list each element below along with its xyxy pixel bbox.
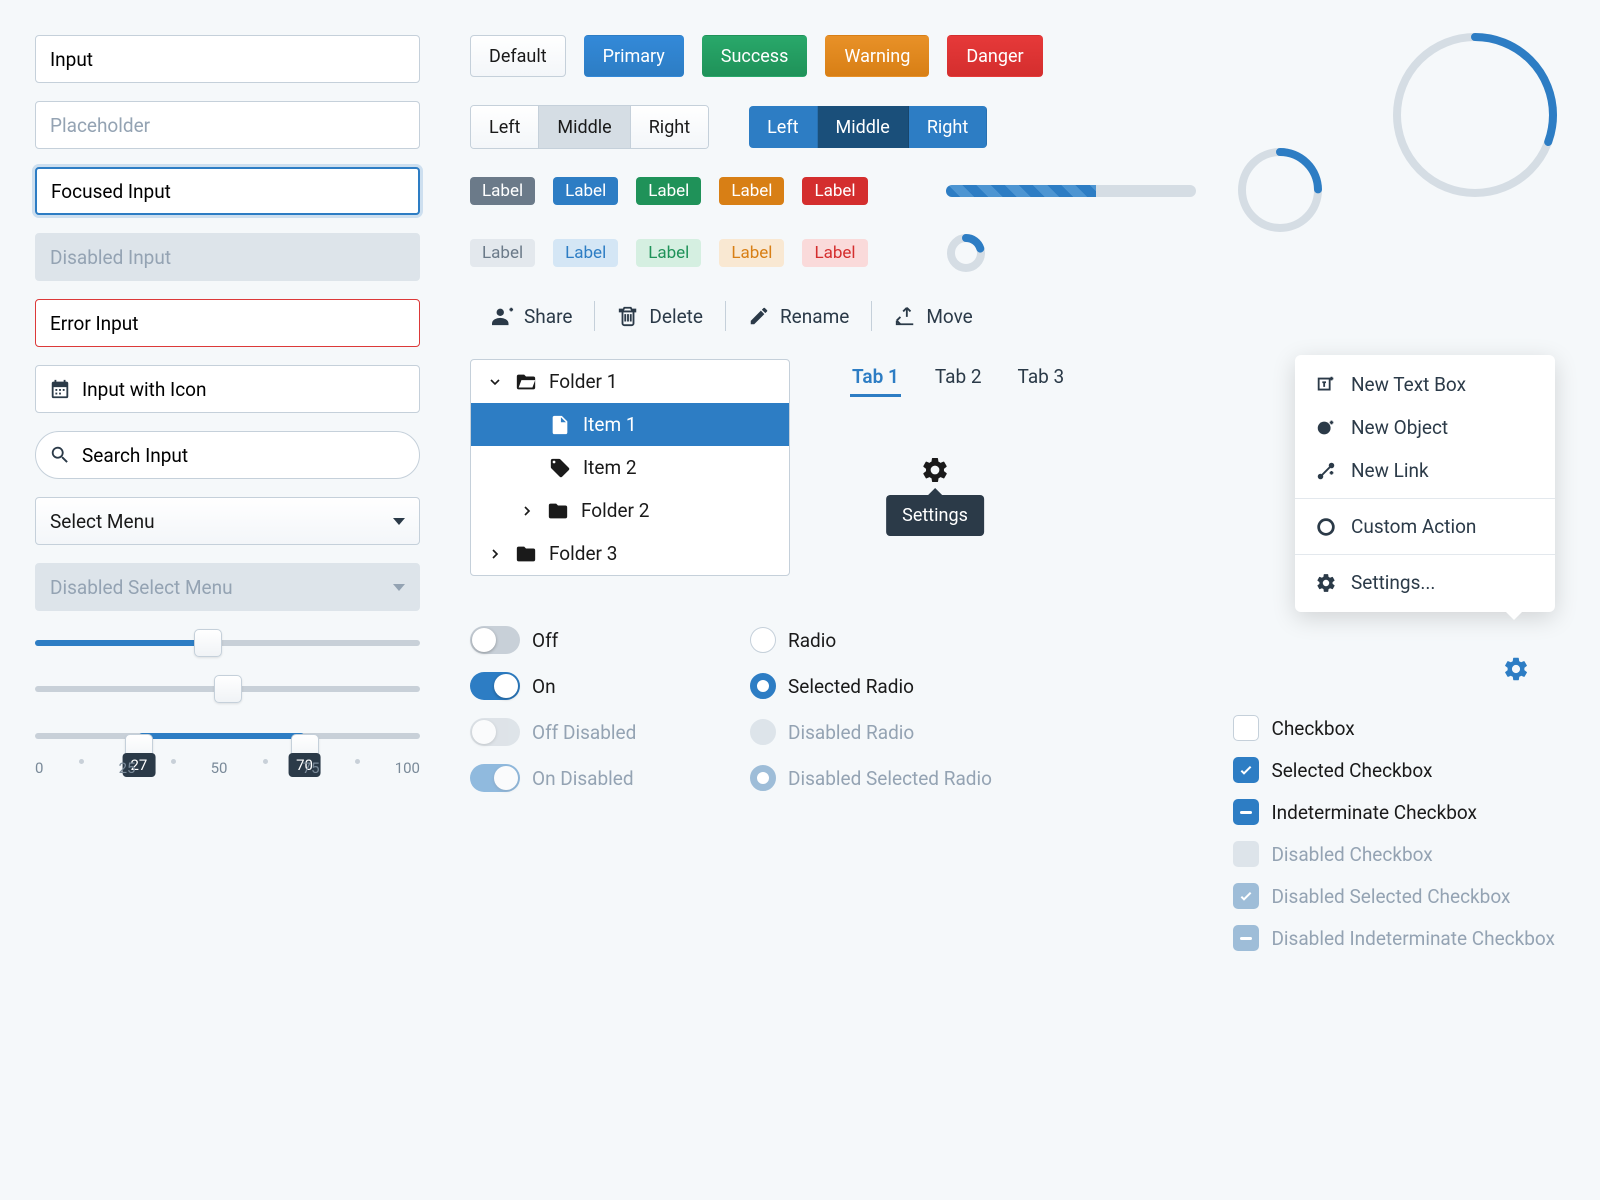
placeholder-input[interactable] [35, 101, 420, 149]
progress-ring-small [1235, 145, 1325, 235]
tooltip: Settings [886, 495, 984, 536]
tab-3[interactable]: Tab 3 [1016, 359, 1067, 397]
default-button[interactable]: Default [470, 35, 566, 77]
text-input[interactable] [35, 35, 420, 83]
radio-selected[interactable] [750, 673, 776, 699]
rename-action[interactable]: Rename [726, 305, 871, 328]
tag-light-green: Label [636, 239, 701, 267]
delete-action[interactable]: Delete [595, 305, 725, 328]
chevron-right-icon [519, 500, 535, 522]
tree-view[interactable]: Folder 1 Item 1 Item 2 Folder 2 Folder 3 [470, 359, 790, 576]
calendar-icon [49, 378, 71, 400]
progress-ring-large [1385, 25, 1565, 205]
pencil-icon [748, 305, 770, 327]
toggle-off-disabled [470, 718, 520, 746]
disabled-input [35, 233, 420, 281]
dropdown-menu[interactable]: New Text Box New Object New Link Custom … [1295, 355, 1555, 612]
range-slider[interactable]: 27 70 0 25 50 75 100 [35, 721, 420, 781]
link-icon [1315, 460, 1337, 482]
checkbox[interactable] [1233, 715, 1259, 741]
focused-input[interactable] [35, 167, 420, 215]
chevron-down-icon [487, 371, 503, 393]
slider-center[interactable] [35, 675, 420, 703]
toggle-on-disabled [470, 764, 520, 792]
caret-down-icon [393, 518, 405, 525]
checkbox-disabled-indeterminate [1233, 925, 1259, 951]
tab-bar[interactable]: Tab 1 Tab 2 Tab 3 [850, 359, 1066, 397]
object-icon [1315, 417, 1337, 439]
tab-1[interactable]: Tab 1 [850, 359, 901, 397]
folder-icon [515, 543, 537, 565]
tree-item-2[interactable]: Item 2 [471, 446, 789, 489]
tag-light-blue: Label [553, 239, 618, 267]
primary-button[interactable]: Primary [584, 35, 684, 77]
share-action[interactable]: Share [470, 305, 594, 328]
check-icon [1238, 885, 1254, 907]
menu-new-object[interactable]: New Object [1295, 406, 1555, 449]
segment-primary[interactable]: Left Middle Right [749, 106, 987, 148]
tag-orange: Label [719, 177, 784, 205]
icon-input[interactable] [35, 365, 420, 413]
chevron-right-icon [487, 543, 503, 565]
checkbox-selected[interactable] [1233, 757, 1259, 783]
tag-gray: Label [470, 177, 535, 205]
spinner-icon [946, 233, 986, 273]
segment-default[interactable]: Left Middle Right [470, 105, 709, 149]
tag-light-orange: Label [719, 239, 784, 267]
toggle-off[interactable] [470, 626, 520, 654]
error-input[interactable] [35, 299, 420, 347]
trash-icon [617, 305, 639, 327]
checkbox-indeterminate[interactable] [1233, 799, 1259, 825]
share-icon [492, 305, 514, 327]
tree-folder-3[interactable]: Folder 3 [471, 532, 789, 575]
tag-light-red: Label [802, 239, 867, 267]
circle-icon [1315, 516, 1337, 538]
tab-2[interactable]: Tab 2 [933, 359, 984, 397]
radio-disabled-selected [750, 765, 776, 791]
file-icon [549, 414, 571, 436]
slider-single[interactable] [35, 629, 420, 657]
tag-icon [549, 457, 571, 479]
tag-blue: Label [553, 177, 618, 205]
radio-disabled [750, 719, 776, 745]
radio[interactable] [750, 627, 776, 653]
menu-new-textbox[interactable]: New Text Box [1295, 363, 1555, 406]
checkbox-disabled [1233, 841, 1259, 867]
move-action[interactable]: Move [872, 305, 994, 328]
caret-down-icon [393, 584, 405, 591]
textbox-icon [1315, 374, 1337, 396]
tag-red: Label [802, 177, 867, 205]
menu-new-link[interactable]: New Link [1295, 449, 1555, 492]
gear-icon[interactable] [1502, 655, 1530, 683]
tag-light-gray: Label [470, 239, 535, 267]
warning-button[interactable]: Warning [825, 35, 929, 77]
select-menu[interactable]: Select Menu [35, 497, 420, 545]
success-button[interactable]: Success [702, 35, 808, 77]
gear-icon[interactable] [920, 455, 950, 485]
folder-icon [547, 500, 569, 522]
check-icon [1238, 759, 1254, 781]
toggle-on[interactable] [470, 672, 520, 700]
disabled-select-menu: Disabled Select Menu [35, 563, 420, 611]
search-icon [49, 444, 71, 466]
menu-custom-action[interactable]: Custom Action [1295, 505, 1555, 548]
move-icon [894, 305, 916, 327]
search-input[interactable] [35, 431, 420, 479]
progress-bar [946, 185, 1196, 197]
danger-button[interactable]: Danger [947, 35, 1042, 77]
tree-folder-2[interactable]: Folder 2 [471, 489, 789, 532]
tree-item-1[interactable]: Item 1 [471, 403, 789, 446]
checkbox-disabled-selected [1233, 883, 1259, 909]
gear-icon [1315, 572, 1337, 594]
tree-folder-1[interactable]: Folder 1 [471, 360, 789, 403]
folder-open-icon [515, 371, 537, 393]
tag-green: Label [636, 177, 701, 205]
menu-settings[interactable]: Settings... [1295, 561, 1555, 604]
